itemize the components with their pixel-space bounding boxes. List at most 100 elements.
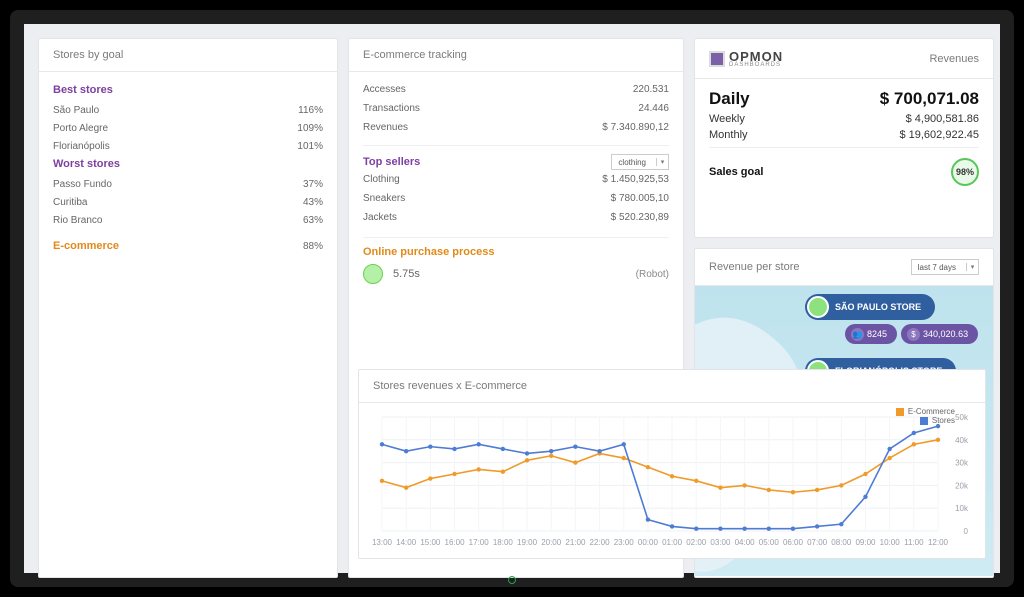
metric-label: Revenues: [363, 122, 408, 133]
store-goal-row: Passo Fundo 37%: [53, 178, 323, 190]
svg-text:07:00: 07:00: [807, 538, 828, 547]
svg-text:05:00: 05:00: [759, 538, 780, 547]
svg-text:22:00: 22:00: [590, 538, 611, 547]
svg-text:10k: 10k: [955, 504, 969, 513]
svg-text:12:00: 12:00: [928, 538, 949, 547]
svg-text:15:00: 15:00: [420, 538, 441, 547]
ecom-metric-row: Accesses220.531: [363, 80, 669, 99]
weekly-label: Weekly: [709, 113, 745, 125]
status-dot-icon: [363, 264, 383, 284]
metric-label: Accesses: [363, 84, 406, 95]
people-icon: 👥: [851, 328, 864, 341]
svg-text:10:00: 10:00: [880, 538, 901, 547]
svg-text:20:00: 20:00: [541, 538, 562, 547]
svg-text:30k: 30k: [955, 459, 969, 468]
line-chart: 010k20k30k40k50k13:0014:0015:0016:0017:0…: [369, 409, 975, 549]
top-seller-row: Jackets $ 520.230,89: [363, 208, 669, 227]
metric-value: $ 7.340.890,12: [602, 122, 669, 133]
svg-text:40k: 40k: [955, 436, 969, 445]
svg-text:09:00: 09:00: [855, 538, 876, 547]
chart-card: Stores revenues x E-commerce E-Commerce …: [358, 369, 986, 559]
logo-icon: [709, 51, 725, 67]
svg-text:23:00: 23:00: [614, 538, 635, 547]
svg-text:01:00: 01:00: [662, 538, 683, 547]
svg-text:04:00: 04:00: [735, 538, 756, 547]
goal-pct: 88%: [275, 241, 323, 252]
revenue-pill: $340,020.63: [901, 324, 978, 344]
legend-label: E-Commerce: [908, 407, 955, 416]
item-label: Clothing: [363, 174, 400, 185]
weekly-value: $ 4,900,581.86: [906, 113, 979, 125]
svg-text:14:00: 14:00: [396, 538, 417, 547]
worst-stores-heading: Worst stores: [53, 158, 323, 170]
brand-subtitle: DASHBOARDS: [729, 62, 783, 68]
daily-label: Daily: [709, 89, 750, 109]
ecommerce-goal-row: E-commerce 88%: [53, 240, 323, 252]
goal-pct: 116%: [275, 105, 323, 116]
daily-value: $ 700,071.08: [880, 89, 979, 109]
goal-pct: 63%: [275, 215, 323, 226]
legend-swatch-stores: [920, 417, 928, 425]
svg-text:03:00: 03:00: [710, 538, 731, 547]
store-metrics: 👥8245 $340,020.63: [845, 324, 978, 344]
store-goal-row: Rio Branco 63%: [53, 214, 323, 226]
svg-text:00:00: 00:00: [638, 538, 659, 547]
item-label: Jackets: [363, 212, 397, 223]
revenues-card: OPMON DASHBOARDS Revenues Daily $ 700,07…: [694, 38, 994, 238]
process-agent: (Robot): [636, 269, 669, 280]
process-time: 5.75s: [393, 268, 420, 280]
store-goal-row: Porto Alegre 109%: [53, 122, 323, 134]
svg-text:02:00: 02:00: [686, 538, 707, 547]
card-title: E-commerce tracking: [363, 49, 467, 61]
chart-legend: E-Commerce Stores: [896, 407, 955, 425]
svg-text:18:00: 18:00: [493, 538, 514, 547]
goal-pct: 101%: [275, 141, 323, 152]
store-name: São Paulo: [53, 105, 141, 116]
store-name: Porto Alegre: [53, 123, 141, 134]
chevron-down-icon: ▾: [656, 158, 668, 166]
range-select[interactable]: last 7 days ▾: [911, 259, 979, 275]
svg-text:20k: 20k: [955, 481, 969, 490]
sales-goal-badge: 98%: [951, 158, 979, 186]
store-status-icon: [807, 296, 829, 318]
power-indicator-icon: [508, 576, 516, 584]
svg-text:11:00: 11:00: [904, 538, 924, 547]
best-stores-heading: Best stores: [53, 84, 323, 96]
chevron-down-icon: ▾: [966, 263, 978, 271]
top-sellers-select[interactable]: clothing ▾: [611, 154, 669, 170]
top-seller-row: Clothing $ 1.450,925,53: [363, 170, 669, 189]
visitors-pill: 👥8245: [845, 324, 897, 344]
legend-label: Stores: [932, 416, 955, 425]
top-sellers-heading: Top sellers: [363, 156, 420, 168]
store-pill[interactable]: SÃO PAULO STORE: [805, 294, 935, 320]
svg-text:13:00: 13:00: [372, 538, 393, 547]
svg-text:0: 0: [964, 527, 969, 536]
monthly-label: Monthly: [709, 129, 748, 141]
item-value: $ 1.450,925,53: [602, 174, 669, 185]
goal-pct: 37%: [275, 179, 323, 190]
top-seller-row: Sneakers $ 780.005,10: [363, 189, 669, 208]
store-name: Passo Fundo: [53, 179, 141, 190]
legend-swatch-ecommerce: [896, 408, 904, 416]
goal-pct: 43%: [275, 197, 323, 208]
svg-text:21:00: 21:00: [565, 538, 586, 547]
dashboard-screen: OPMON DASHBOARDS Revenues Daily $ 700,07…: [10, 10, 1014, 587]
store-name: Curitiba: [53, 197, 141, 208]
store-goal-row: Florianópolis 101%: [53, 140, 323, 152]
card-title: Revenues: [929, 53, 979, 65]
top-sellers-value: clothing: [612, 158, 656, 167]
svg-text:17:00: 17:00: [469, 538, 490, 547]
purchase-process-heading: Online purchase process: [363, 246, 669, 258]
ecommerce-label: E-commerce: [53, 240, 141, 252]
item-label: Sneakers: [363, 193, 405, 204]
card-title: Stores by goal: [53, 49, 123, 61]
item-value: $ 780.005,10: [611, 193, 669, 204]
svg-text:19:00: 19:00: [517, 538, 538, 547]
sales-goal-label: Sales goal: [709, 166, 763, 178]
store-name: Rio Branco: [53, 215, 141, 226]
store-goal-row: São Paulo 116%: [53, 104, 323, 116]
store-goal-row: Curitiba 43%: [53, 196, 323, 208]
chart-title: Stores revenues x E-commerce: [373, 380, 527, 392]
svg-text:50k: 50k: [955, 413, 969, 422]
item-value: $ 520.230,89: [611, 212, 669, 223]
